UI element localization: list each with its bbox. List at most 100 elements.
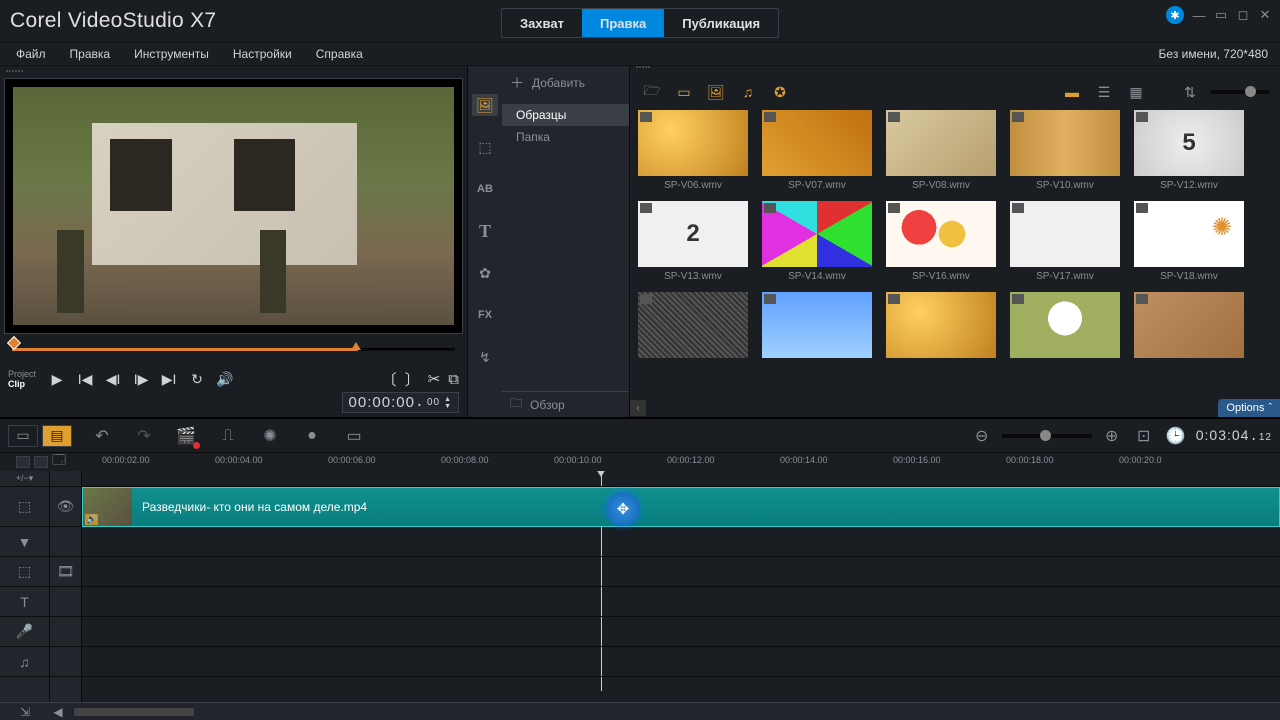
- library-thumbnail[interactable]: [638, 292, 748, 358]
- tab-edit[interactable]: Правка: [582, 9, 664, 37]
- view-list-icon[interactable]: ☰: [1092, 82, 1116, 102]
- library-item[interactable]: [638, 292, 748, 358]
- library-item[interactable]: SP-V10.wmv: [1010, 110, 1120, 191]
- ruler-mode-b-icon[interactable]: [34, 456, 48, 468]
- next-frame-icon[interactable]: I▶: [130, 368, 152, 390]
- library-thumbnail[interactable]: [1010, 110, 1120, 176]
- library-item[interactable]: [886, 292, 996, 358]
- voice-track-header-icon[interactable]: 🎤: [0, 617, 49, 647]
- library-thumbnail[interactable]: [886, 292, 996, 358]
- library-thumbnail[interactable]: [1134, 292, 1244, 358]
- title-track[interactable]: [82, 587, 1280, 617]
- undo-icon[interactable]: ↶: [90, 425, 114, 447]
- options-button[interactable]: Optionsˆ: [1218, 399, 1280, 417]
- graphic-tab-icon[interactable]: ✿: [472, 262, 498, 284]
- path-tab-icon[interactable]: ↯: [472, 346, 498, 368]
- video-track-header-icon[interactable]: ⬚: [0, 487, 49, 527]
- expand-tracks-icon[interactable]: ▼: [0, 527, 49, 557]
- add-track-icon[interactable]: ⇲: [0, 705, 50, 719]
- prev-frame-icon[interactable]: ◀I: [102, 368, 124, 390]
- menu-edit[interactable]: Правка: [58, 47, 123, 61]
- fit-project-icon[interactable]: ⊡: [1132, 425, 1156, 447]
- library-thumbnail[interactable]: [1010, 201, 1120, 267]
- show-video-icon[interactable]: ▭: [672, 82, 696, 102]
- browse-button[interactable]: 🗀Обзор: [502, 391, 629, 417]
- record-icon[interactable]: 🎬: [174, 425, 198, 447]
- storyboard-view-icon[interactable]: ▭: [8, 425, 38, 447]
- voice-track[interactable]: [82, 617, 1280, 647]
- preview-video[interactable]: [4, 78, 463, 334]
- goto-end-icon[interactable]: ▶I: [158, 368, 180, 390]
- show-audio-icon[interactable]: ♫: [736, 82, 760, 102]
- library-thumbnail[interactable]: [886, 110, 996, 176]
- pane-grip-icon[interactable]: [630, 66, 1280, 72]
- close-icon[interactable]: ✕: [1258, 8, 1272, 22]
- library-item[interactable]: SP-V16.wmv: [886, 201, 996, 282]
- redo-icon[interactable]: ↷: [132, 425, 156, 447]
- library-thumbnail[interactable]: [1010, 292, 1120, 358]
- track-settings[interactable]: +/−▾: [0, 471, 49, 487]
- overlay-track-toggle-icon[interactable]: 🎞: [50, 557, 81, 587]
- library-item[interactable]: SP-V08.wmv: [886, 110, 996, 191]
- zoom-out-icon[interactable]: ⊖: [970, 425, 994, 447]
- library-item[interactable]: 5SP-V12.wmv: [1134, 110, 1244, 191]
- show-free-icon[interactable]: ✪: [768, 82, 792, 102]
- library-thumbnail[interactable]: [1134, 201, 1244, 267]
- show-photo-icon[interactable]: 🖼: [704, 82, 728, 102]
- snapshot-icon[interactable]: ⧉: [448, 371, 459, 388]
- goto-start-icon[interactable]: I◀: [74, 368, 96, 390]
- video-track-toggle-icon[interactable]: 👁: [50, 487, 81, 527]
- notification-badge-icon[interactable]: ✱: [1166, 6, 1184, 24]
- video-track[interactable]: Разведчики- кто они на самом деле.mp4 ✥: [82, 487, 1280, 527]
- library-thumbnail[interactable]: [762, 292, 872, 358]
- zoom-slider[interactable]: [1002, 434, 1092, 438]
- library-item[interactable]: SP-V18.wmv: [1134, 201, 1244, 282]
- thumb-zoom-slider[interactable]: [1210, 90, 1270, 94]
- mark-out-icon[interactable]: [351, 342, 361, 350]
- mixer-icon[interactable]: ⎍: [216, 425, 240, 447]
- library-thumbnail[interactable]: 2: [638, 201, 748, 267]
- library-item[interactable]: 2SP-V13.wmv: [638, 201, 748, 282]
- overlay-track[interactable]: [82, 557, 1280, 587]
- title-track-header-icon[interactable]: T: [0, 587, 49, 617]
- timeline-clip[interactable]: Разведчики- кто они на самом деле.mp4 ✥: [82, 487, 1280, 527]
- transition-tab-icon[interactable]: ⬚: [472, 136, 498, 158]
- text-tab-icon[interactable]: T: [472, 220, 498, 242]
- timeline-scrollbar[interactable]: [74, 708, 194, 716]
- title-tab-icon[interactable]: AB: [472, 178, 498, 200]
- tab-share[interactable]: Публикация: [664, 9, 778, 37]
- tab-capture[interactable]: Захват: [502, 9, 582, 37]
- add-folder-button[interactable]: ＋Добавить: [502, 72, 629, 94]
- library-item[interactable]: [1010, 292, 1120, 358]
- restore-icon[interactable]: ▭: [1214, 8, 1228, 22]
- minimize-icon[interactable]: —: [1192, 8, 1206, 22]
- overlay-track-header-icon[interactable]: ⬚: [0, 557, 49, 587]
- menu-settings[interactable]: Настройки: [221, 47, 304, 61]
- folder-samples[interactable]: Образцы: [502, 104, 629, 126]
- media-tab-icon[interactable]: 🖼: [472, 94, 498, 116]
- filter-tab-icon[interactable]: FX: [472, 304, 498, 326]
- timeline-view-icon[interactable]: ▤: [42, 425, 72, 447]
- volume-icon[interactable]: 🔊: [214, 368, 236, 390]
- music-track[interactable]: [82, 647, 1280, 677]
- play-icon[interactable]: ▶: [46, 368, 68, 390]
- split-icon[interactable]: ✂: [428, 370, 441, 388]
- zoom-in-icon[interactable]: ⊕: [1100, 425, 1124, 447]
- library-thumbnail[interactable]: [638, 110, 748, 176]
- sort-icon[interactable]: ⇅: [1178, 82, 1202, 102]
- library-thumbnail[interactable]: [886, 201, 996, 267]
- library-thumbnail[interactable]: [762, 110, 872, 176]
- menu-file[interactable]: Файл: [10, 47, 58, 61]
- pane-grip-icon[interactable]: [4, 70, 463, 76]
- timeline-ruler[interactable]: 🗔 00:00:02.0000:00:04.0000:00:06.0000:00…: [0, 453, 1280, 471]
- library-item[interactable]: [1134, 292, 1244, 358]
- library-item[interactable]: [762, 292, 872, 358]
- scroll-left-icon[interactable]: ‹: [630, 400, 646, 416]
- ruler-mode-a-icon[interactable]: [16, 456, 30, 468]
- library-item[interactable]: SP-V17.wmv: [1010, 201, 1120, 282]
- scroll-left-icon[interactable]: ◀: [50, 705, 66, 719]
- view-thumb-icon[interactable]: ▬: [1060, 82, 1084, 102]
- repeat-icon[interactable]: ↻: [186, 368, 208, 390]
- project-clip-toggle[interactable]: Project Clip: [8, 369, 36, 389]
- menu-help[interactable]: Справка: [304, 47, 375, 61]
